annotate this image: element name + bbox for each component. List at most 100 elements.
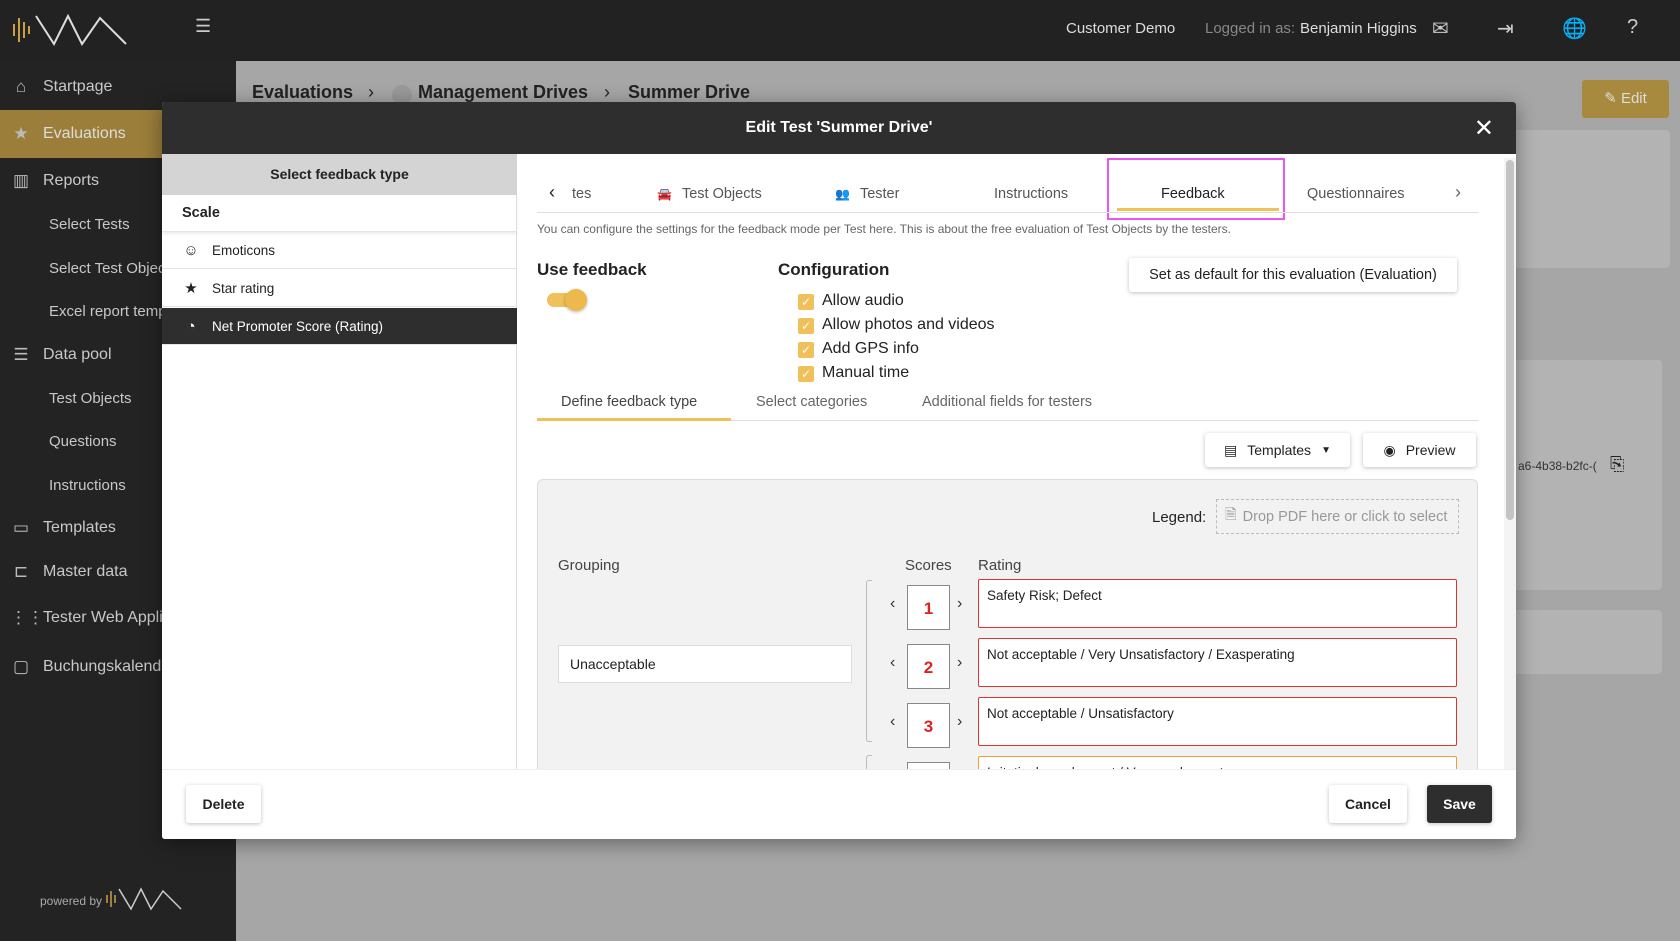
- top-bar: ☰ Customer Demo Logged in as: Benjamin H…: [0, 0, 1680, 61]
- set-default-button[interactable]: Set as default for this evaluation (Eval…: [1129, 258, 1457, 292]
- edit-button[interactable]: ✎ Edit: [1582, 80, 1669, 118]
- tab-questionnaires[interactable]: Questionnaires: [1307, 186, 1405, 202]
- checkbox-label: Manual time: [822, 364, 910, 381]
- sidebar-item-label: Select Test Objec: [49, 259, 166, 277]
- sidebar-item-label: Master data: [43, 563, 128, 580]
- save-button[interactable]: Save: [1427, 785, 1492, 823]
- feedback-type-net-promoter-score-rating[interactable]: ◔ Net Promoter Score (Rating): [162, 308, 517, 345]
- list-icon: ☰: [13, 345, 29, 364]
- score-increase-icon[interactable]: ›: [957, 654, 962, 672]
- help-icon[interactable]: ?: [1627, 16, 1638, 39]
- tabs-prev-icon[interactable]: ‹: [549, 182, 555, 203]
- scale-section: Scale: [162, 195, 517, 232]
- star-icon: ★: [184, 280, 198, 297]
- tab-label: Questionnaires: [1307, 186, 1405, 202]
- copy-icon[interactable]: ⎘: [1610, 454, 1624, 475]
- sidebar-item-label: Evaluations: [43, 125, 126, 142]
- car-icon: 🚘: [657, 187, 672, 201]
- sidebar-item-label: Tester Web Applic: [43, 609, 171, 626]
- score-increase-icon[interactable]: ›: [957, 595, 962, 613]
- tab-label: Tester: [859, 186, 900, 202]
- checkbox-allow-audio[interactable]: ✓: [798, 294, 814, 310]
- edit-label: Edit: [1620, 90, 1647, 107]
- sidebar-item-label: Instructions: [49, 476, 126, 494]
- feedback-type-star-rating[interactable]: ★ Star rating: [162, 270, 517, 307]
- globe-icon[interactable]: 🌐: [1562, 16, 1587, 41]
- smiley-icon: ☺: [183, 241, 199, 259]
- use-feedback-toggle[interactable]: [547, 289, 587, 311]
- cancel-button[interactable]: Cancel: [1329, 785, 1407, 823]
- logged-in-label: Logged in as:: [1205, 20, 1296, 37]
- subtab-select-categories[interactable]: Select categories: [756, 394, 867, 410]
- feedback-type-emoticons[interactable]: ☺ Emoticons: [162, 232, 517, 269]
- customer-name: Customer Demo: [1066, 20, 1176, 37]
- active-subtab-indicator: [537, 418, 731, 421]
- breadcrumb-current: Summer Drive: [628, 82, 751, 102]
- feedback-description: You can configure the settings for the f…: [537, 222, 1231, 236]
- gauge-icon: ◔: [186, 317, 196, 335]
- tab-tester[interactable]: 👥 Tester: [835, 186, 899, 202]
- powered-by-logo: [106, 887, 182, 911]
- tab-instructions[interactable]: Instructions: [994, 186, 1068, 202]
- subtab-define-feedback-type[interactable]: Define feedback type: [561, 394, 697, 410]
- rating-textarea[interactable]: Safety Risk; Defect: [978, 579, 1457, 628]
- feedback-type-label: Star rating: [212, 280, 275, 296]
- rating-textarea[interactable]: Not acceptable / Very Unsatisfactory / E…: [978, 638, 1457, 687]
- close-icon[interactable]: ✕: [1474, 114, 1494, 143]
- checkbox-label: Add GPS info: [822, 340, 919, 357]
- tabs-next-icon[interactable]: ›: [1455, 182, 1461, 203]
- grouping-header: Grouping: [558, 557, 620, 574]
- grid-icon: ⋮⋮: [10, 608, 44, 627]
- background-card: [1500, 130, 1670, 268]
- scrollbar-track[interactable]: [1504, 158, 1516, 770]
- app-logo: [13, 13, 127, 47]
- pdf-dropzone[interactable]: 🗎 Drop PDF here or click to select: [1216, 499, 1459, 534]
- tab-tes[interactable]: tes: [572, 186, 591, 202]
- breadcrumb-evaluations[interactable]: Evaluations: [252, 82, 353, 103]
- template-icon: ▭: [12, 518, 30, 537]
- breadcrumb-management-drives[interactable]: Management Drives: [418, 82, 588, 103]
- feedback-type-panel: Select feedback type Scale ☺ Emoticons ★ St…: [162, 154, 517, 770]
- tab-test objects[interactable]: 🚘 Test Objects: [657, 186, 762, 202]
- checkbox-label: Allow photos and videos: [822, 316, 995, 333]
- user-name: Benjamin Higgins: [1300, 20, 1417, 37]
- home-icon: ⌂: [15, 77, 27, 96]
- tab-label: Test Objects: [681, 186, 762, 202]
- score-decrease-icon[interactable]: ‹: [890, 595, 895, 613]
- checkbox-label: Allow audio: [822, 292, 904, 309]
- powered-by-label: powered by: [40, 894, 103, 908]
- logout-icon[interactable]: ⇥: [1497, 16, 1514, 41]
- star-icon: ★: [13, 124, 29, 143]
- dropzone-placeholder: Drop PDF here or click to select: [1242, 508, 1448, 525]
- people-icon: 👥: [835, 187, 850, 201]
- calendar-icon: ▢: [12, 657, 30, 676]
- rating-textarea[interactable]: Not acceptable / Unsatisfactory: [978, 697, 1457, 746]
- checkbox-add-gps-info[interactable]: ✓: [798, 342, 814, 358]
- id-fragment: a6-4b38-b2fc-(: [1518, 459, 1597, 473]
- checkbox-allow-photos-and-videos[interactable]: ✓: [798, 318, 814, 334]
- scrollbar-thumb[interactable]: [1506, 160, 1514, 520]
- templates-dropdown[interactable]: ▤ Templates ▼: [1205, 433, 1350, 467]
- background-card: [1500, 360, 1662, 590]
- collapse-menu-icon[interactable]: ☰: [195, 16, 211, 37]
- sidebar-item-label: Data pool: [43, 346, 112, 363]
- checkbox-manual-time[interactable]: ✓: [798, 366, 814, 382]
- feedback-type-header: Select feedback type: [162, 154, 517, 195]
- preview-button[interactable]: ◉ Preview: [1363, 433, 1476, 467]
- delete-button[interactable]: Delete: [186, 785, 261, 823]
- tab-label: Instructions: [994, 186, 1069, 202]
- background-card: [1500, 610, 1662, 674]
- modal-title: Edit Test 'Summer Drive': [162, 102, 1516, 154]
- templates-label: Templates: [1247, 442, 1312, 458]
- score-decrease-icon[interactable]: ‹: [890, 713, 895, 731]
- sidebar-item-startpage[interactable]: ⌂ Startpage: [0, 67, 236, 107]
- score-decrease-icon[interactable]: ‹: [890, 654, 895, 672]
- legend-label: Legend:: [1152, 509, 1207, 526]
- subtab-additional-fields-for-testers[interactable]: Additional fields for testers: [922, 394, 1092, 410]
- sidebar-item-label: Questions: [49, 432, 117, 450]
- score-increase-icon[interactable]: ›: [957, 713, 962, 731]
- mail-icon[interactable]: ✉: [1432, 16, 1449, 41]
- configuration-label: Configuration: [778, 260, 890, 279]
- score-box: 3: [907, 703, 950, 748]
- grouping-input[interactable]: Unacceptable: [558, 645, 852, 683]
